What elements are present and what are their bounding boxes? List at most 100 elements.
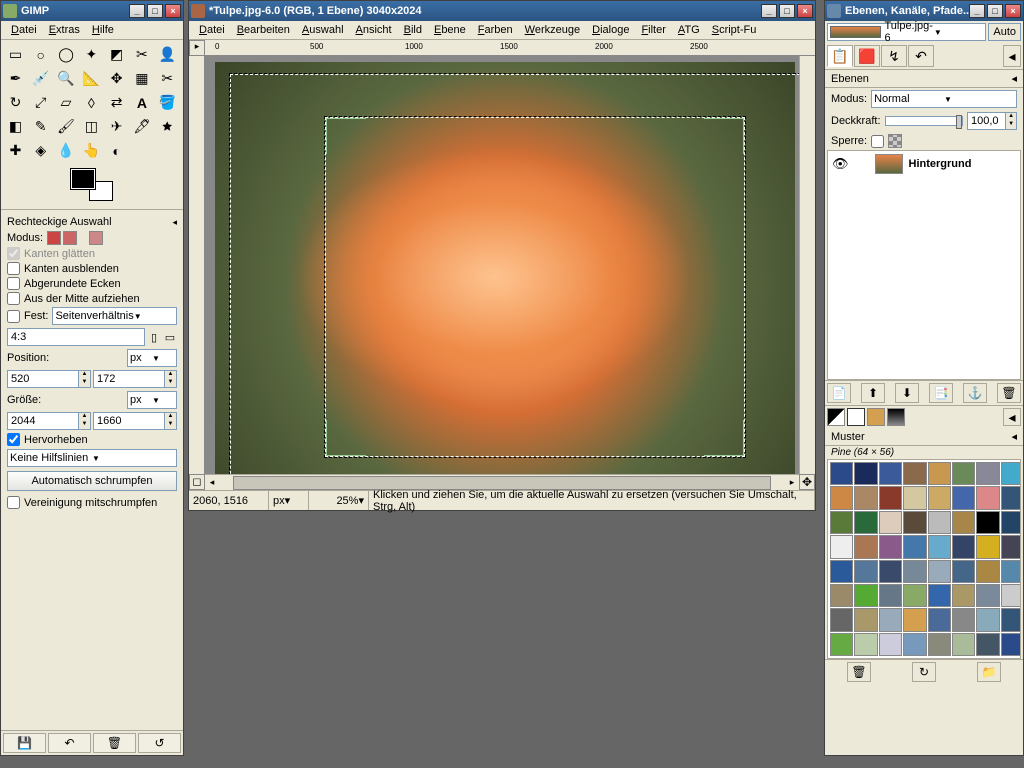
shear-tool[interactable]: ▱ bbox=[55, 91, 78, 114]
auto-button[interactable]: Auto bbox=[988, 23, 1021, 41]
menu-view[interactable]: Ansicht bbox=[350, 22, 398, 38]
paintbrush-tool[interactable]: 🖌 bbox=[55, 115, 78, 138]
rotate-tool[interactable]: ↻ bbox=[4, 91, 27, 114]
pattern-swatch[interactable] bbox=[952, 535, 975, 558]
selection-marquee[interactable] bbox=[325, 117, 745, 457]
pattern-swatch[interactable] bbox=[928, 584, 951, 607]
pattern-swatch[interactable] bbox=[903, 462, 926, 485]
new-layer-button[interactable]: 📄 bbox=[827, 383, 851, 403]
pattern-swatch[interactable] bbox=[879, 511, 902, 534]
pattern-swatch[interactable] bbox=[952, 560, 975, 583]
mode-add-icon[interactable] bbox=[63, 231, 77, 245]
tab-paths[interactable]: ↯ bbox=[881, 45, 907, 67]
pattern-swatch[interactable] bbox=[830, 511, 853, 534]
smudge-tool[interactable]: 👆 bbox=[80, 139, 103, 162]
rect-select-tool[interactable]: ▭ bbox=[4, 43, 27, 66]
pattern-swatch[interactable] bbox=[976, 486, 999, 509]
reset-options-button[interactable]: ↺ bbox=[138, 733, 181, 753]
delete-layer-button[interactable]: 🗑 bbox=[997, 383, 1021, 403]
pattern-swatch[interactable] bbox=[976, 511, 999, 534]
pattern-swatch[interactable] bbox=[952, 584, 975, 607]
pattern-swatch[interactable] bbox=[854, 486, 877, 509]
maximize-button[interactable]: □ bbox=[147, 4, 163, 18]
status-unit-dropdown[interactable]: px ▾ bbox=[269, 491, 309, 510]
restore-options-button[interactable]: ↶ bbox=[48, 733, 91, 753]
pattern-swatch[interactable] bbox=[854, 560, 877, 583]
pattern-swatch[interactable] bbox=[879, 535, 902, 558]
pattern-swatch[interactable] bbox=[903, 535, 926, 558]
canvas-area[interactable] bbox=[205, 56, 799, 474]
pattern-swatch[interactable] bbox=[952, 633, 975, 656]
aspect-input[interactable] bbox=[7, 328, 145, 346]
ellipse-select-tool[interactable]: ○ bbox=[29, 43, 52, 66]
pattern-swatch[interactable] bbox=[879, 486, 902, 509]
open-pattern-folder-button[interactable]: 📁 bbox=[977, 662, 1001, 682]
pattern-swatch[interactable] bbox=[928, 608, 951, 631]
menu-file[interactable]: Datei bbox=[193, 22, 231, 38]
highlight-checkbox[interactable] bbox=[7, 433, 20, 446]
pattern-swatch[interactable] bbox=[1001, 633, 1021, 656]
pattern-swatch[interactable] bbox=[854, 633, 877, 656]
menu-edit[interactable]: Bearbeiten bbox=[231, 22, 296, 38]
dock-menu-icon[interactable]: ◂ bbox=[172, 217, 177, 228]
layer-mode-dropdown[interactable]: Normal▼ bbox=[871, 90, 1017, 108]
close-button[interactable]: × bbox=[1005, 4, 1021, 18]
paths-tool[interactable]: ✒ bbox=[4, 67, 27, 90]
pattern-swatch[interactable] bbox=[830, 560, 853, 583]
pattern-swatch[interactable] bbox=[928, 535, 951, 558]
opacity-input[interactable]: ▲▼ bbox=[967, 112, 1017, 130]
autoshrink-button[interactable]: Automatisch schrumpfen bbox=[7, 471, 177, 491]
layer-name[interactable]: Hintergrund bbox=[909, 158, 972, 170]
delete-options-button[interactable]: 🗑 bbox=[93, 733, 136, 753]
pattern-swatch[interactable] bbox=[854, 462, 877, 485]
pattern-swatch[interactable] bbox=[903, 633, 926, 656]
scale-tool[interactable]: ⤢ bbox=[29, 91, 52, 114]
rounded-checkbox[interactable] bbox=[7, 277, 20, 290]
aspect-landscape-icon[interactable]: ▭ bbox=[163, 331, 177, 344]
minimize-button[interactable]: _ bbox=[761, 4, 777, 18]
pattern-swatch[interactable] bbox=[903, 511, 926, 534]
pattern-swatch[interactable] bbox=[976, 535, 999, 558]
panel-menu-icon[interactable]: ◂ bbox=[1011, 430, 1017, 443]
zoom-tool[interactable]: 🔍 bbox=[55, 67, 78, 90]
menu-image[interactable]: Bild bbox=[398, 22, 428, 38]
image-titlebar[interactable]: *Tulpe.jpg-6.0 (RGB, 1 Ebene) 3040x2024 … bbox=[189, 1, 815, 21]
shrink-merged-checkbox[interactable] bbox=[7, 496, 20, 509]
anchor-layer-button[interactable]: ⚓ bbox=[963, 383, 987, 403]
menu-layer[interactable]: Ebene bbox=[428, 22, 472, 38]
ink-tool[interactable]: 🖋 bbox=[130, 115, 153, 138]
pattern-swatch[interactable] bbox=[952, 511, 975, 534]
size-w-input[interactable]: ▲▼ bbox=[7, 412, 91, 430]
pattern-swatch[interactable] bbox=[903, 608, 926, 631]
feather-checkbox[interactable] bbox=[7, 262, 20, 275]
menu-dialogs[interactable]: Dialoge bbox=[586, 22, 635, 38]
measure-tool[interactable]: 📐 bbox=[80, 67, 103, 90]
perspective-tool[interactable]: ◊ bbox=[80, 91, 103, 114]
pattern-swatch[interactable] bbox=[830, 535, 853, 558]
pattern-swatch[interactable] bbox=[903, 584, 926, 607]
selection-handle-bl[interactable] bbox=[326, 420, 366, 456]
pos-y-input[interactable]: ▲▼ bbox=[93, 370, 177, 388]
pattern-swatch[interactable] bbox=[976, 584, 999, 607]
pattern-swatch[interactable] bbox=[1001, 486, 1021, 509]
image-selector-dropdown[interactable]: Tulpe.jpg-6▼ bbox=[827, 23, 986, 41]
flip-tool[interactable]: ⇄ bbox=[105, 91, 128, 114]
dodge-burn-tool[interactable]: ◐ bbox=[105, 139, 128, 162]
guides-dropdown[interactable]: Keine Hilfslinien▼ bbox=[7, 449, 177, 467]
scissors-tool[interactable]: ✂ bbox=[130, 43, 153, 66]
pattern-swatch[interactable] bbox=[830, 633, 853, 656]
toolbox-titlebar[interactable]: GIMP _ □ × bbox=[1, 1, 183, 21]
fixed-type-dropdown[interactable]: Seitenverhältnis▼ bbox=[52, 307, 177, 325]
panel-menu-icon[interactable]: ◂ bbox=[1011, 72, 1017, 85]
pattern-swatch[interactable] bbox=[854, 535, 877, 558]
close-button[interactable]: × bbox=[797, 4, 813, 18]
layer-list[interactable]: 👁 Hintergrund bbox=[827, 150, 1021, 380]
pattern-swatch[interactable] bbox=[854, 511, 877, 534]
menu-file[interactable]: Datei bbox=[5, 22, 43, 38]
text-tool[interactable]: A bbox=[130, 91, 153, 114]
pattern-swatch[interactable] bbox=[1001, 462, 1021, 485]
mode-replace-icon[interactable] bbox=[47, 231, 61, 245]
tab-layers[interactable]: 📋 bbox=[827, 45, 853, 67]
heal-tool[interactable]: ✚ bbox=[4, 139, 27, 162]
ruler-vertical[interactable] bbox=[189, 56, 205, 474]
